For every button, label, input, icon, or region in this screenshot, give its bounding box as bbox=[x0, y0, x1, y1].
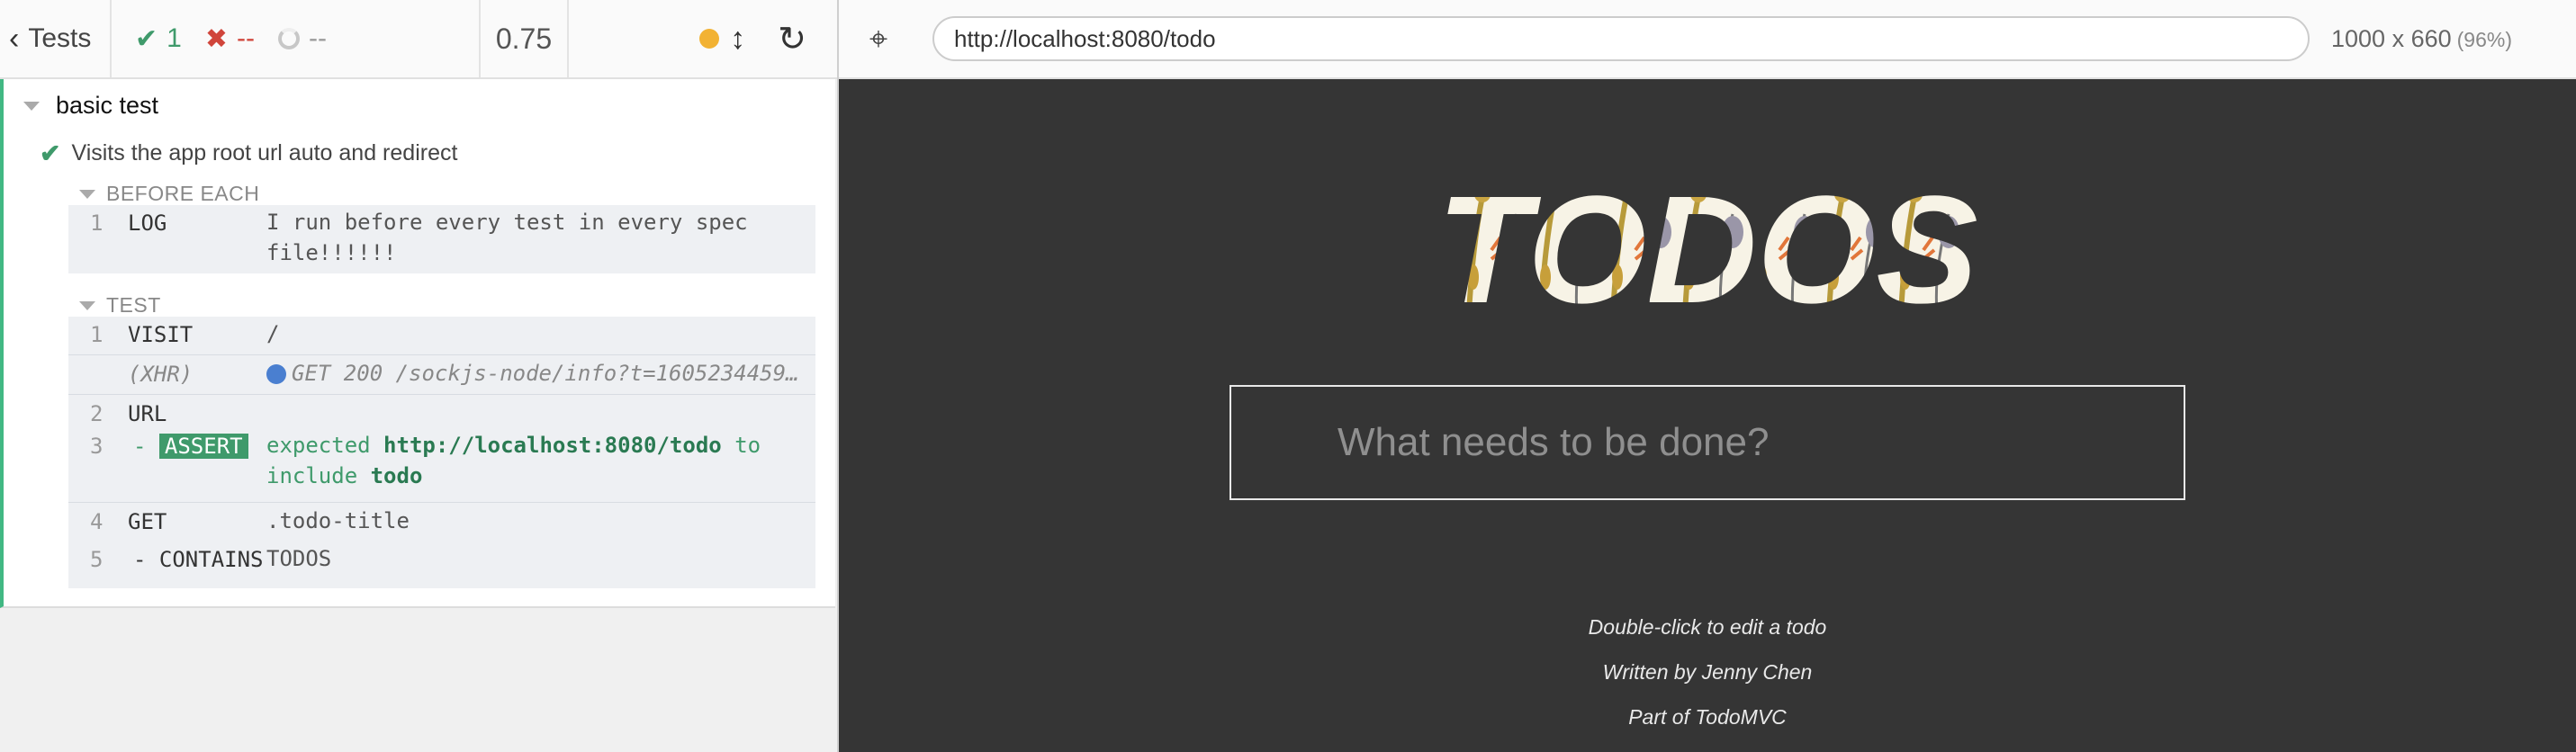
runner-toolbar: ‹ Tests ✔ 1 ✖ -- -- 0.75 ↕ ↻ bbox=[0, 0, 837, 79]
viewport-dimensions: 1000 x 660 bbox=[2331, 24, 2452, 52]
todo-app: TODOS What needs to be done? Double-clic… bbox=[839, 79, 2576, 752]
log-message-line-2: file!!!!!! bbox=[266, 240, 397, 265]
log-message-line-1: I run before every test in every spec bbox=[266, 210, 748, 235]
command-row[interactable]: 2 URL bbox=[68, 394, 815, 432]
app-preview-panel: ⌖ http://localhost:8080/todo 1000 x 660(… bbox=[839, 0, 2576, 752]
command-name: URL bbox=[128, 401, 167, 426]
suite-title[interactable]: basic test bbox=[23, 92, 158, 120]
pending-ring-icon bbox=[277, 28, 300, 49]
command-name: VISIT bbox=[128, 322, 194, 347]
xhr-status-icon bbox=[266, 364, 286, 384]
assert-url: http://localhost:8080/todo bbox=[383, 433, 722, 458]
x-icon: ✖ bbox=[204, 23, 228, 54]
test-stats: ✔ 1 ✖ -- -- bbox=[112, 0, 481, 77]
command-row[interactable]: 1 VISIT / bbox=[68, 317, 815, 354]
test-commands: 1 VISIT / (XHR) GET 200 /sockjs-node/inf… bbox=[68, 317, 815, 588]
duration: 0.75 bbox=[481, 0, 569, 77]
hook-label: TEST bbox=[106, 293, 161, 317]
command-message: .todo-title bbox=[266, 508, 410, 533]
command-number: 1 bbox=[90, 210, 104, 236]
selector-playground-icon[interactable]: ⌖ bbox=[839, 20, 918, 58]
assert-expected: expected bbox=[266, 433, 371, 458]
passed-count: 1 bbox=[167, 23, 182, 53]
assert-row[interactable]: 3 - ASSERT expected http://localhost:808… bbox=[68, 432, 815, 502]
assert-to: to bbox=[734, 433, 761, 458]
child-prefix: - bbox=[133, 434, 147, 459]
child-prefix: - bbox=[133, 547, 147, 572]
test-name: Visits the app root url auto and redirec… bbox=[71, 140, 458, 166]
url-text: http://localhost:8080/todo bbox=[954, 24, 1216, 52]
auto-scroll-icon[interactable]: ↕ bbox=[730, 22, 745, 57]
runner-panel: ‹ Tests ✔ 1 ✖ -- -- 0.75 ↕ ↻ basic test … bbox=[0, 0, 839, 752]
status-dot-icon bbox=[699, 29, 720, 49]
assert-message: expected http://localhost:8080/todo to i… bbox=[266, 430, 761, 491]
rerun-icon[interactable]: ↻ bbox=[778, 19, 806, 59]
command-message: GET 200 /sockjs-node/info?t=1605234459… bbox=[266, 358, 799, 389]
command-row[interactable]: 4 GET .todo-title bbox=[68, 502, 815, 542]
command-name: - ASSERT bbox=[133, 434, 248, 459]
passed-stat: ✔ 1 bbox=[135, 23, 182, 55]
command-row[interactable]: 5 - CONTAINS TODOS bbox=[68, 542, 815, 581]
failed-count: -- bbox=[236, 23, 255, 53]
footer-author: Written by Jenny Chen bbox=[1602, 660, 1813, 684]
todos-title: TODOS bbox=[1437, 178, 1977, 313]
tests-button[interactable]: ‹ Tests bbox=[0, 0, 112, 77]
command-number: 5 bbox=[90, 547, 104, 572]
footer-hint: Double-click to edit a todo bbox=[1588, 615, 1827, 639]
todos-logo-art: TODOS bbox=[1437, 178, 1977, 313]
assert-badge: ASSERT bbox=[158, 434, 248, 459]
before-each-commands: 1 LOG I run before every test in every s… bbox=[68, 205, 815, 273]
chevron-left-icon: ‹ bbox=[9, 21, 20, 56]
command-message: TODOS bbox=[266, 546, 332, 571]
caret-down-icon bbox=[79, 189, 95, 199]
check-icon: ✔ bbox=[135, 23, 158, 54]
command-message: I run before every test in every spec fi… bbox=[266, 207, 748, 268]
xhr-row[interactable]: (XHR) GET 200 /sockjs-node/info?t=160523… bbox=[68, 354, 815, 394]
new-todo-input[interactable]: What needs to be done? bbox=[1229, 385, 2185, 500]
caret-down-icon bbox=[79, 300, 95, 310]
pending-count: -- bbox=[308, 23, 327, 53]
xhr-message: GET 200 /sockjs-node/info?t=1605234459… bbox=[292, 361, 799, 386]
command-message: / bbox=[266, 321, 280, 346]
check-icon: ✔ bbox=[40, 139, 61, 167]
command-name: LOG bbox=[128, 210, 167, 236]
command-row[interactable]: 1 LOG I run before every test in every s… bbox=[68, 205, 815, 273]
contains-label: CONTAINS bbox=[158, 547, 264, 572]
command-name: (XHR) bbox=[128, 362, 194, 387]
suite-name: basic test bbox=[56, 92, 159, 119]
test-hook-title[interactable]: TEST bbox=[79, 293, 161, 318]
test-title[interactable]: ✔ Visits the app root url auto and redir… bbox=[40, 139, 457, 168]
pending-stat: -- bbox=[277, 23, 327, 54]
failed-stat: ✖ -- bbox=[205, 23, 255, 55]
assert-include: include bbox=[266, 463, 358, 488]
before-each-hook-title[interactable]: BEFORE EACH bbox=[79, 182, 259, 206]
command-log: basic test ✔ Visits the app root url aut… bbox=[0, 79, 835, 608]
viewport-size: 1000 x 660 (96%) bbox=[2331, 25, 2512, 53]
caret-down-icon bbox=[23, 101, 40, 111]
new-todo-placeholder: What needs to be done? bbox=[1338, 420, 1770, 464]
command-number: 3 bbox=[90, 434, 104, 459]
todos-logo: TODOS bbox=[839, 178, 2576, 318]
command-number: 2 bbox=[90, 401, 104, 426]
url-bar[interactable]: http://localhost:8080/todo bbox=[932, 16, 2310, 61]
footer-todomvc: Part of TodoMVC bbox=[1628, 705, 1787, 729]
browser-toolbar: ⌖ http://localhost:8080/todo 1000 x 660(… bbox=[839, 0, 2576, 79]
command-number: 1 bbox=[90, 322, 104, 347]
command-number: 4 bbox=[90, 509, 104, 534]
tests-label: Tests bbox=[28, 23, 92, 53]
command-name: - CONTAINS bbox=[133, 547, 264, 572]
command-name: GET bbox=[128, 509, 167, 534]
assert-value: todo bbox=[370, 463, 423, 488]
runner-controls: ↕ ↻ bbox=[569, 0, 837, 77]
viewport-zoom: (96%) bbox=[2456, 27, 2512, 51]
hook-label: BEFORE EACH bbox=[106, 182, 260, 205]
